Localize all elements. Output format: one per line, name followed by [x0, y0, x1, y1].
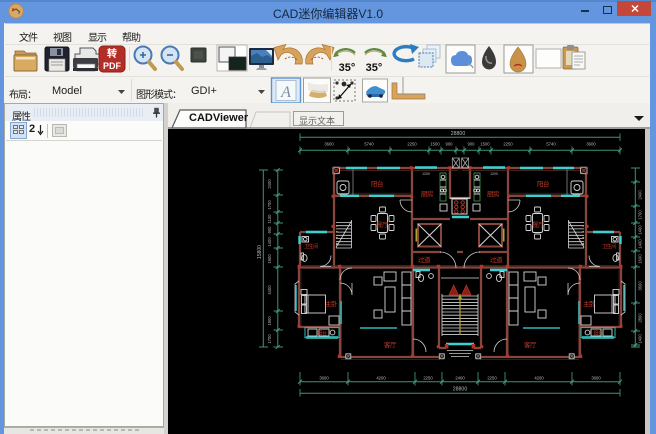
svg-text:1400: 1400 [638, 225, 643, 235]
svg-text:转: 转 [107, 47, 117, 60]
svg-text:卫生间: 卫生间 [304, 243, 318, 250]
svg-text:900: 900 [468, 142, 476, 147]
svg-text:1600: 1600 [638, 254, 643, 264]
svg-text:4400: 4400 [267, 285, 272, 295]
svg-text:3600: 3600 [586, 142, 596, 147]
svg-text:餐厅: 餐厅 [532, 220, 545, 229]
svg-text:客厅: 客厅 [524, 340, 537, 349]
svg-text:1900: 1900 [267, 316, 272, 326]
svg-text:2400: 2400 [455, 376, 465, 381]
svg-text:阳台: 阳台 [317, 330, 327, 337]
svg-text:2400: 2400 [638, 190, 643, 200]
svg-text:过道: 过道 [490, 255, 503, 264]
svg-text:厨房: 厨房 [487, 189, 499, 198]
svg-text:3600: 3600 [638, 281, 643, 291]
svg-text:1200: 1200 [490, 172, 498, 176]
svg-text:35°: 35° [366, 62, 383, 74]
svg-text:1900: 1900 [267, 254, 272, 264]
svg-text:主卧: 主卧 [583, 299, 596, 308]
svg-text:过道: 过道 [418, 255, 431, 264]
svg-text:阳台: 阳台 [537, 179, 549, 188]
svg-text:主卧: 主卧 [325, 299, 338, 308]
svg-text:A: A [280, 84, 291, 101]
svg-text:2800: 2800 [638, 313, 643, 323]
svg-text:15800: 15800 [257, 245, 263, 259]
svg-text:卫生间: 卫生间 [602, 243, 616, 250]
svg-text:1100: 1100 [267, 214, 272, 224]
svg-text:PDF: PDF [103, 61, 122, 71]
svg-text:2250: 2250 [487, 376, 497, 381]
svg-text:28800: 28800 [451, 131, 466, 137]
svg-text:5740: 5740 [364, 142, 374, 147]
svg-text:餐厅: 餐厅 [376, 220, 389, 229]
svg-text:2250: 2250 [423, 376, 433, 381]
svg-text:900: 900 [446, 142, 454, 147]
svg-text:4200: 4200 [376, 376, 386, 381]
svg-text:1400: 1400 [638, 334, 643, 344]
svg-text:3600: 3600 [324, 142, 334, 147]
svg-text:3600: 3600 [319, 376, 329, 381]
svg-text:1400: 1400 [267, 237, 272, 247]
svg-text:4200: 4200 [534, 376, 544, 381]
svg-text:1700: 1700 [267, 200, 272, 210]
svg-text:5740: 5740 [546, 142, 556, 147]
svg-text:阳台: 阳台 [371, 179, 383, 188]
svg-text:厨房: 厨房 [421, 189, 433, 198]
svg-text:1400: 1400 [638, 239, 643, 249]
svg-text:1700: 1700 [638, 210, 643, 220]
svg-text:3600: 3600 [591, 376, 601, 381]
svg-text:1200: 1200 [422, 172, 430, 176]
svg-text:阳台: 阳台 [593, 330, 603, 337]
svg-text:35°: 35° [339, 62, 356, 74]
svg-text:1700: 1700 [267, 334, 272, 344]
svg-text:2250: 2250 [503, 142, 513, 147]
svg-text:1500: 1500 [430, 142, 440, 147]
svg-text:客厅: 客厅 [384, 340, 397, 349]
svg-text:900: 900 [267, 226, 272, 234]
svg-text:2400: 2400 [267, 179, 272, 189]
svg-text:2250: 2250 [407, 142, 417, 147]
svg-text:28800: 28800 [453, 387, 468, 393]
svg-text:1500: 1500 [480, 142, 490, 147]
